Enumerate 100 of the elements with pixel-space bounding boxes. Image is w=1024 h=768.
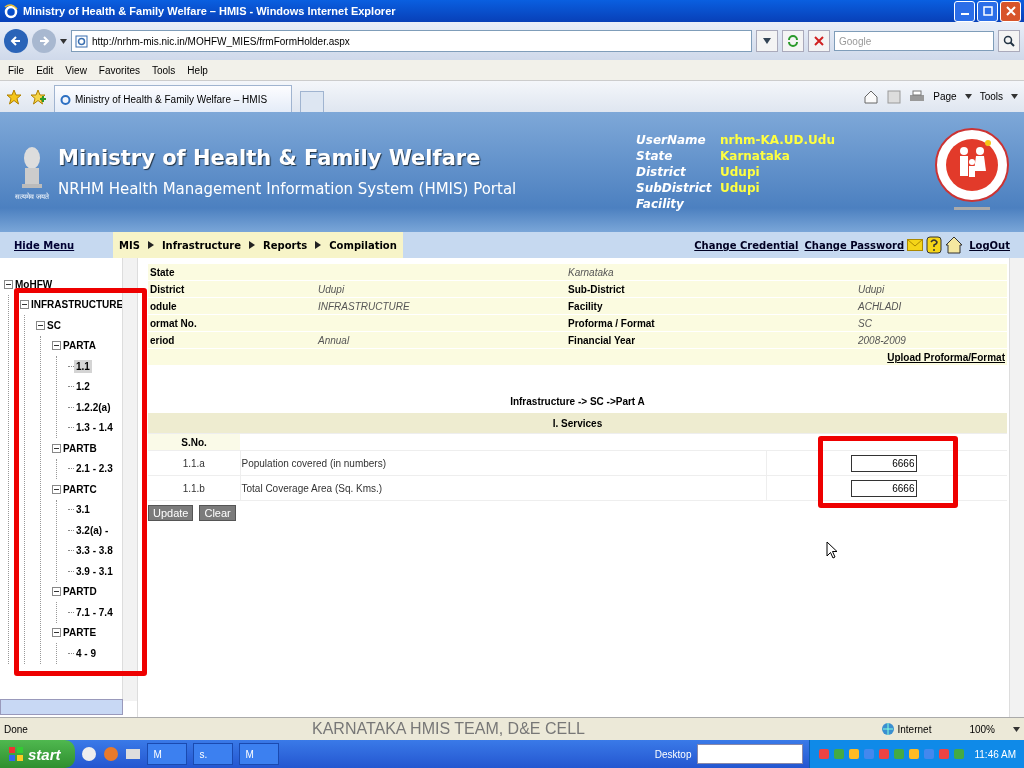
menu-item[interactable]: Edit [36, 64, 54, 76]
menu-item[interactable]: Favorites [98, 64, 140, 76]
search-button[interactable] [998, 30, 1020, 52]
maximize-icon [982, 6, 993, 16]
star-icon[interactable] [6, 88, 22, 105]
search-field[interactable] [697, 744, 804, 764]
collapse-icon[interactable] [52, 443, 61, 453]
caret-icon[interactable] [964, 94, 972, 99]
menu-item[interactable]: Help [187, 64, 208, 76]
tree-item[interactable]: PARTE [61, 626, 99, 640]
help-icon[interactable] [926, 236, 943, 254]
window-title: Ministry of Health & Family Welfare – HMIS - Windows Internet Explorer [23, 5, 397, 17]
field-label: Sub-District [568, 283, 625, 295]
collapse-icon[interactable] [20, 300, 29, 310]
arrow-icon [315, 241, 322, 249]
menu-item[interactable]: View [65, 64, 87, 76]
collapse-icon[interactable] [52, 341, 61, 351]
field-label: odule [150, 300, 177, 312]
account-link[interactable]: Change Credential [694, 239, 799, 251]
field-label: Facility [568, 300, 603, 312]
caret-icon[interactable] [1011, 94, 1018, 99]
tree-item[interactable]: PARTD [61, 585, 99, 599]
close-icon [1005, 6, 1016, 16]
tree-item[interactable]: PARTA [61, 339, 98, 353]
zone-indicator: Internet [880, 722, 932, 736]
quick-launch-icon[interactable] [124, 746, 141, 762]
collapse-icon[interactable] [36, 320, 45, 330]
tree-item[interactable]: 1.3 - 1.4 [74, 421, 115, 435]
printer-icon[interactable] [909, 89, 926, 104]
tree-item[interactable]: 3.3 - 3.8 [74, 544, 115, 558]
pointer-icon [826, 541, 838, 559]
taskbar-button[interactable]: s. [192, 743, 233, 765]
field-value: Udupi [858, 283, 885, 295]
home-icon[interactable] [863, 88, 880, 105]
address-field[interactable]: http://nrhm-mis.nic.in/MOHFW_MIES/frmFormHolder.aspx [71, 30, 752, 52]
collapse-icon[interactable] [52, 587, 61, 597]
taskbar-button[interactable]: M [146, 743, 187, 765]
search-icon [1003, 35, 1015, 47]
minimize-button[interactable] [954, 0, 975, 22]
taskbar-button[interactable]: M [238, 743, 279, 765]
tree-item[interactable]: PARTC [61, 482, 99, 496]
field-label: Proforma / Format [568, 317, 655, 329]
command-button[interactable]: Tools [979, 91, 1003, 102]
menu-item[interactable]: File [8, 64, 25, 76]
account-link[interactable]: Change Password [804, 239, 905, 251]
collapse-icon[interactable] [52, 484, 61, 494]
menu-link[interactable]: Infrastructure [161, 239, 242, 251]
tree-item[interactable]: 3.1 [74, 503, 92, 517]
tree-item[interactable]: SC [45, 318, 63, 332]
menu-link[interactable]: Compilation [329, 239, 397, 251]
stop-button[interactable] [808, 30, 830, 52]
tree-item[interactable]: 1.1 [74, 359, 92, 373]
logout-link[interactable]: LogOut [969, 239, 1010, 251]
form-button[interactable]: Update [148, 505, 194, 521]
collapse-icon[interactable] [52, 628, 61, 638]
number-field[interactable]: 6666 [851, 479, 918, 497]
tree-item[interactable]: 4 - 9 [74, 646, 98, 660]
caret-icon[interactable] [60, 38, 67, 44]
tree-item[interactable]: PARTB [61, 441, 99, 455]
close-icon [814, 36, 824, 46]
add-favorite-icon[interactable] [30, 88, 46, 105]
tree-item[interactable]: MoHFW [13, 277, 55, 291]
tab-title: Ministry of Health & Family Welfare – HMIS [75, 93, 268, 105]
field-value: Annual [318, 334, 350, 346]
quick-launch-icon[interactable] [80, 746, 97, 762]
command-button[interactable]: Page [933, 91, 957, 102]
search-field[interactable]: Google [834, 31, 994, 51]
maximize-button[interactable] [977, 0, 998, 22]
tree-item[interactable]: 3.9 - 3.1 [74, 564, 115, 578]
tree-item[interactable]: 2.1 - 2.3 [74, 462, 115, 476]
tree-item[interactable]: 1.2.2(a) [74, 400, 113, 414]
scrollbar[interactable] [0, 699, 123, 715]
table-cell: Total Coverage Area (Sq. Kms.) [241, 482, 383, 494]
tree-item[interactable]: 7.1 - 7.4 [74, 605, 115, 619]
menu-item[interactable]: Tools [152, 64, 176, 76]
tree-item[interactable]: 1.2 [74, 380, 92, 394]
caret-icon[interactable] [1013, 726, 1020, 732]
table-cell: 1.1.a [182, 457, 205, 469]
menu-link[interactable]: MIS [119, 239, 140, 251]
collapse-icon[interactable] [4, 279, 13, 289]
caret-icon [763, 38, 771, 44]
tree-item[interactable]: 3.2(a) - [74, 523, 111, 537]
globe-icon [880, 722, 895, 736]
zoom-control[interactable]: 100% [969, 723, 995, 735]
page-icon [75, 34, 88, 48]
home-icon[interactable] [945, 236, 964, 254]
tree-item[interactable]: INFRASTRUCTURE [29, 298, 126, 312]
close-button[interactable] [1000, 0, 1021, 22]
menu-link[interactable]: Reports [263, 239, 308, 251]
upload-link[interactable]: Upload Proforma/Format [887, 351, 1005, 363]
user-info-label: District [636, 164, 687, 180]
footer-text: KARNATAKA HMIS TEAM, D&E CELL [312, 720, 585, 738]
back-button[interactable] [4, 29, 28, 53]
table-cell: Population covered (in numbers) [241, 457, 387, 469]
hide-menu-link[interactable]: Hide Menu [14, 239, 110, 251]
form-button[interactable]: Clear [199, 505, 236, 521]
dropdown-button[interactable] [756, 30, 778, 52]
number-field[interactable]: 6666 [851, 454, 918, 472]
browser-tab[interactable]: Ministry of Health & Family Welfare – HMIS [54, 85, 292, 112]
table-cell: 1.1.b [182, 482, 205, 494]
